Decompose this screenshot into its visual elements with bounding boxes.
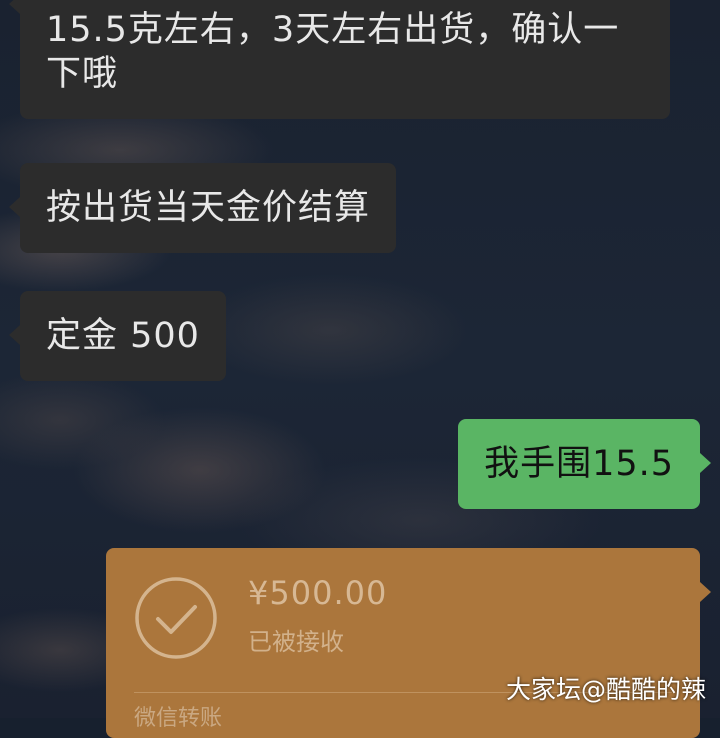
outgoing-message-bubble[interactable]: 我手围15.5 [458,419,711,509]
incoming-message-bubble[interactable]: 定金 500 [9,291,226,381]
incoming-message-bubble[interactable]: 按出货当天金价结算 [8,163,397,253]
transfer-label: 微信转账 [134,706,223,731]
transfer-amount: ¥500.00 [248,574,388,612]
transfer-status: 已被接收 [248,628,344,656]
message-text: 我手围15.5 [484,444,674,484]
incoming-message-bubble[interactable]: 15.5克左右，3天左右出货，确认一下哦 [9,0,670,119]
message-text: 定金 500 [46,316,200,356]
transfer-card[interactable]: ¥500.00 已被接收 微信转账 [106,548,711,738]
message-text: 15.5克左右，3天左右出货，确认一下哦 [46,10,620,94]
watermark: 大家坛@酷酷的辣 [505,675,706,704]
message-text: 按出货当天金价结算 [46,188,371,228]
check-circle-icon [135,577,217,659]
